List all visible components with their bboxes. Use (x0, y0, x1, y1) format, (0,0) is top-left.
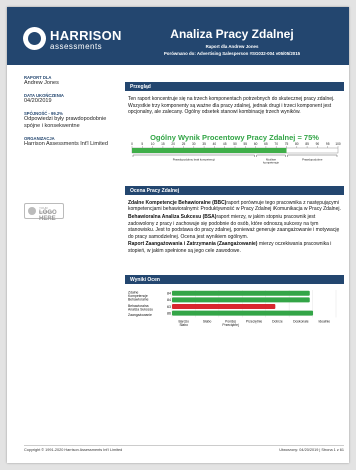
scale-tick-label: 5 (141, 142, 143, 146)
results-chart: 84 84 63 86 Zdalne Kompetencje Behawioralne Beh… (128, 290, 337, 327)
scale-tick-label: 75 (285, 142, 289, 146)
report-title: Analiza Pracy Zdalnej (170, 27, 294, 41)
report-comparison: Porównano do: Advertising Salesperson #S… (163, 51, 301, 56)
footer-copyright: Copyright © 1991-2020 Harrison Assessmen… (24, 448, 123, 452)
assessment-heading: Ocena Pracy Zdalnej (130, 187, 180, 194)
report-subtitle: Raport dla Andrew Jones (205, 44, 259, 49)
footer-page-info: Utworzony: 04/20/2019 | Strona 1 z 61 (279, 448, 344, 452)
scale-tick-label: 60 (254, 142, 258, 146)
scale-tick-label: 20 (171, 142, 175, 146)
overview-section-header: Przegląd (125, 82, 344, 91)
scale-range-label: Prawdopodobny brak kompetencji (173, 158, 216, 162)
scale-tick-label: 15 (161, 142, 165, 146)
scale-tick-label: 0 (131, 142, 133, 146)
scale-tick-label: 50 (233, 142, 237, 146)
logo-subtitle: assessments (50, 42, 103, 51)
report-page: HARRISON assessments Analiza Pracy Zdaln… (7, 7, 349, 463)
scale-tick-label: 90 (316, 142, 320, 146)
company-logo-placeholder: YOUR COMPANY LOGO HERE (24, 203, 64, 222)
harrison-logo: HARRISON assessments (23, 27, 121, 57)
scale-tick-label: 80 (295, 142, 299, 146)
report-for-value: Andrew Jones (24, 80, 59, 86)
footer-divider (24, 445, 344, 446)
overview-heading: Przegląd (130, 83, 151, 90)
chart-x-tick-label: Poniżej Przeciętnej (222, 319, 239, 327)
scale-tick-label: 85 (305, 142, 309, 146)
chart-bar (172, 297, 310, 303)
chart-x-tick-label: Przeciętnie (246, 319, 262, 323)
chart-x-tick-label: Dobrze (272, 319, 283, 323)
chart-category-line: Zaangażowanie (128, 313, 152, 317)
chart-value-label: 86 (167, 311, 171, 315)
bbc-term: Zdalne Kompetencje Behawioralne (BBC) (128, 200, 227, 206)
scale-tick-label: 45 (223, 142, 227, 146)
chart-x-tick-label: Doskonale (293, 319, 309, 323)
consistency-value: Odpowiedzi były prawdopodobnie spójne i … (24, 116, 107, 129)
chart-bar (172, 290, 310, 296)
scale-range-label: Możliwe kompetencje (263, 158, 279, 165)
chart-value-label: 63 (167, 305, 171, 309)
scale-tick-label: 30 (192, 142, 196, 146)
chart-value-label: 84 (167, 292, 171, 296)
scale-fill-bar (132, 148, 287, 153)
chart-category-line: Behawioralne (128, 298, 149, 302)
bsa-term: Behawioralna Analiza Sukcesu (BSA) (128, 214, 217, 221)
chart-category-line: Analiza Sukcesu (128, 308, 153, 312)
organization-value: Harrison Assessments Int'l Limited (24, 141, 108, 147)
scale-tick-label: 70 (274, 142, 278, 146)
assessment-text: Zdalne Kompetencje Behawioralne (BBC)rap… (128, 200, 342, 256)
results-heading: Wyniki Ocen (130, 276, 160, 283)
chart-category-label: Zdalne Kompetencje Behawioralne Behawioraln… (128, 291, 153, 318)
scale-tick-label: 55 (244, 142, 248, 146)
chart-bar (172, 310, 314, 316)
logo-name: HARRISON (50, 28, 122, 43)
scale-tick-label: 40 (213, 142, 217, 146)
scale-range-label: Prawdopodobne (302, 158, 323, 162)
logo-placeholder-icon (28, 207, 36, 215)
scale-tick-label: 65 (264, 142, 268, 146)
chart-x-tick-label: Słabo (203, 319, 212, 323)
overview-text: Ten raport koncentruje się na trzech kom… (128, 96, 335, 115)
assessment-section-header: Ocena Pracy Zdalnej (125, 186, 344, 195)
report-sidebar: RAPORT DLA Andrew Jones DATA UKOŃCZENIA … (24, 69, 114, 148)
scale-tick-label: 100 (335, 142, 341, 146)
scale-tick-label: 35 (202, 142, 206, 146)
logo-placeholder-text: LOGO HERE (39, 210, 57, 222)
scale-tick-label: 95 (326, 142, 330, 146)
engagement-term: Raport Zaangażowania i Zatrzymania (Zaan… (128, 241, 258, 248)
results-section-header: Wyniki Ocen (125, 275, 344, 284)
chart-x-tick-label: Idealnie (319, 319, 331, 323)
score-scale: 0 5 10 15 20 25 30 35 40 45 50 55 60 65 70 75 80 85 90 95 10… (131, 142, 341, 165)
logo-mark-icon (23, 27, 46, 50)
scale-tick-label: 10 (151, 142, 155, 146)
completion-value: 04/20/2019 (24, 98, 52, 104)
chart-x-tick-label: Bardzo Słabo (178, 319, 189, 327)
scale-tick-label: 25 (182, 142, 186, 146)
chart-bar (172, 304, 276, 309)
chart-value-label: 84 (167, 298, 171, 302)
report-header: HARRISON assessments Analiza Pracy Zdaln… (7, 7, 349, 65)
scale-range-label-line: kompetencje (263, 161, 279, 165)
chart-x-tick-line: Przeciętnej (222, 323, 239, 327)
chart-x-tick-line: Słabo (179, 323, 188, 327)
